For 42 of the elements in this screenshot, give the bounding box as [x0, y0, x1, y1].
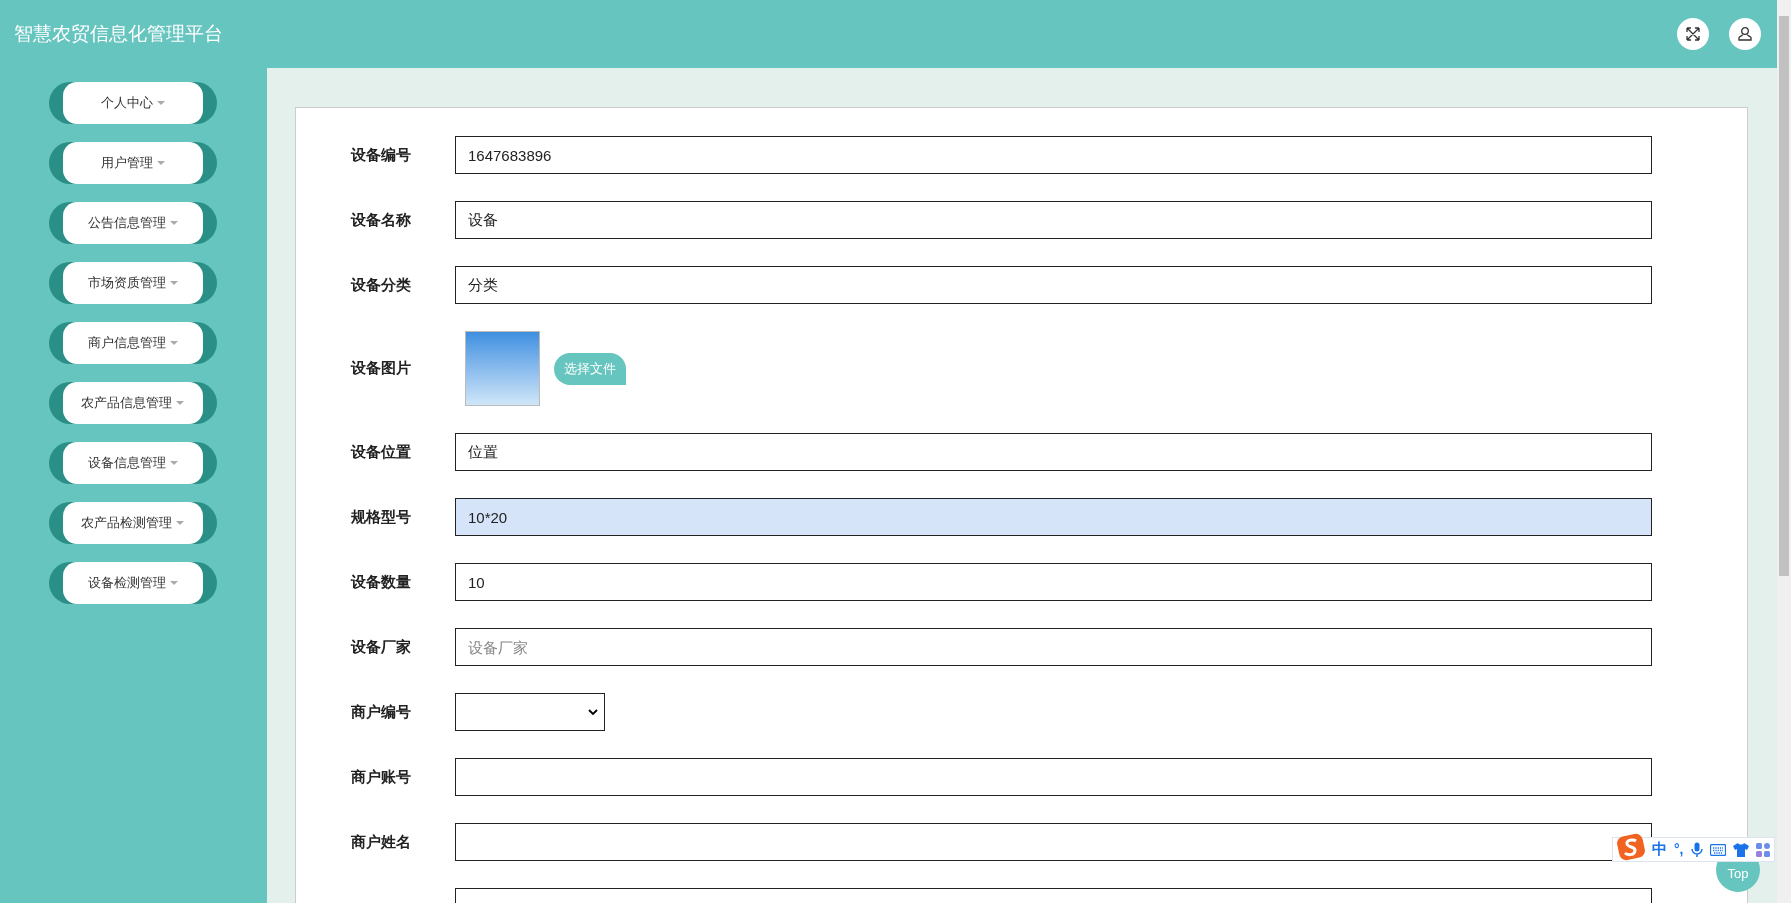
user-button[interactable]	[1729, 18, 1761, 50]
sidebar-menu-item[interactable]: 设备信息管理	[48, 442, 217, 484]
text-field[interactable]: 位置	[455, 433, 1652, 471]
ime-punctuation-toggle[interactable]: °,	[1674, 839, 1684, 860]
text-field[interactable]: 设备厂家	[455, 628, 1652, 666]
sidebar-menu-item[interactable]: 市场资质管理	[48, 262, 217, 304]
text-field[interactable]: 10	[455, 563, 1652, 601]
fullscreen-button[interactable]	[1677, 18, 1709, 50]
text-field[interactable]: 分类	[455, 266, 1652, 304]
sidebar-menu-item[interactable]: 农产品检测管理	[48, 502, 217, 544]
fullscreen-icon	[1685, 26, 1701, 42]
field-label: 规格型号	[351, 506, 412, 527]
user-icon	[1737, 26, 1753, 42]
sidebar-menu-item[interactable]: 个人中心	[48, 82, 217, 124]
microphone-icon[interactable]	[1690, 841, 1703, 858]
shirt-icon[interactable]	[1732, 842, 1749, 857]
grid-icon[interactable]	[1755, 842, 1770, 857]
text-field[interactable]	[455, 823, 1652, 861]
sidebar-menu-item[interactable]: 用户管理	[48, 142, 217, 184]
field-label: 商户编号	[351, 701, 412, 722]
field-label: 设备图片	[351, 358, 412, 379]
text-field[interactable]	[455, 758, 1652, 796]
app-title: 智慧农贸信息化管理平台	[14, 21, 223, 46]
field-label: 设备数量	[351, 571, 412, 592]
text-field[interactable]: 设备	[455, 201, 1652, 239]
text-field[interactable]: 10*20	[455, 498, 1652, 536]
sidebar-menu-item[interactable]: 农产品信息管理	[48, 382, 217, 424]
text-field[interactable]: 1647683896	[455, 136, 1652, 174]
sidebar-menu-item[interactable]: 设备检测管理	[48, 562, 217, 604]
field-label: 设备编号	[351, 144, 412, 165]
keyboard-icon[interactable]	[1709, 843, 1726, 856]
sidebar-menu-item[interactable]: 商户信息管理	[48, 322, 217, 364]
sidebar-menu-item[interactable]: 公告信息管理	[48, 202, 217, 244]
field-label: 设备分类	[351, 274, 412, 295]
chevron-down-icon	[588, 709, 598, 715]
field-label: 设备位置	[351, 441, 412, 462]
ime-mode-toggle[interactable]: 中	[1652, 838, 1667, 861]
field-label: 商户姓名	[351, 831, 412, 852]
field-label: 设备厂家	[351, 636, 412, 657]
field-label: 商户账号	[351, 766, 412, 787]
field-label: 设备名称	[351, 209, 412, 230]
dropdown-field[interactable]	[455, 693, 605, 731]
